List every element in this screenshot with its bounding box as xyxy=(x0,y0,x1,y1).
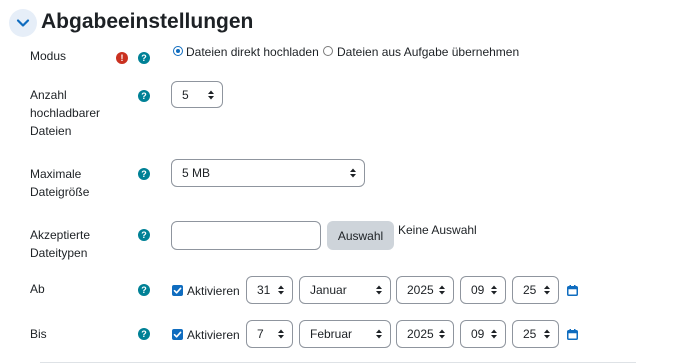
bis-day-select[interactable]: 7 xyxy=(246,320,293,348)
help-icon[interactable]: ? xyxy=(138,229,150,241)
help-icon[interactable]: ? xyxy=(138,90,150,102)
modus-label: Modus xyxy=(30,49,67,63)
max-size-value: 5 MB xyxy=(182,166,211,180)
ab-enable-checkbox[interactable] xyxy=(172,285,183,296)
help-icon[interactable]: ? xyxy=(138,168,150,180)
select-arrows-icon xyxy=(376,329,382,339)
ab-day-select[interactable]: 31 xyxy=(246,276,293,304)
select-arrows-icon xyxy=(376,285,382,295)
ab-hour-value: 09 xyxy=(471,283,485,297)
select-arrows-icon xyxy=(491,329,497,339)
max-files-select[interactable]: 5 xyxy=(171,81,223,108)
ab-month-value: Januar xyxy=(310,283,347,297)
select-arrows-icon xyxy=(350,168,356,178)
help-icon[interactable]: ? xyxy=(138,328,150,340)
max-size-label-line1: Maximale xyxy=(30,167,82,181)
bis-minute-value: 25 xyxy=(523,327,537,341)
anzahl-label-line3: Dateien xyxy=(30,124,72,138)
bis-month-value: Februar xyxy=(310,327,353,341)
calendar-icon[interactable] xyxy=(567,329,578,340)
select-arrows-icon xyxy=(278,329,284,339)
bis-day-value: 7 xyxy=(257,327,264,341)
filetypes-choose-button[interactable]: Auswahl xyxy=(327,221,394,250)
ab-day-value: 31 xyxy=(257,283,271,297)
filetypes-label-line1: Akzeptierte xyxy=(30,228,91,242)
checkmark-icon xyxy=(173,331,182,338)
filetypes-input[interactable] xyxy=(171,221,321,250)
ab-minute-select[interactable]: 25 xyxy=(512,276,559,304)
select-arrows-icon xyxy=(491,285,497,295)
bis-year-value: 2025 xyxy=(407,327,434,341)
checkmark-icon xyxy=(173,287,182,294)
section-collapse-toggle[interactable] xyxy=(9,9,37,37)
section-divider xyxy=(40,362,636,363)
filetypes-status: Keine Auswahl xyxy=(398,223,477,237)
bis-month-select[interactable]: Februar xyxy=(299,320,391,348)
ab-enable-label: Aktivieren xyxy=(187,284,240,298)
radio-from-assignment[interactable] xyxy=(323,46,333,56)
required-icon: ! xyxy=(116,52,128,64)
max-files-value: 5 xyxy=(182,87,189,102)
ab-year-value: 2025 xyxy=(407,283,434,297)
calendar-icon[interactable] xyxy=(567,285,578,296)
radio-upload-direct-label: Dateien direkt hochladen xyxy=(186,45,319,59)
select-arrows-icon xyxy=(439,285,445,295)
bis-hour-value: 09 xyxy=(471,327,485,341)
ab-month-select[interactable]: Januar xyxy=(299,276,391,304)
filetypes-label-line2: Dateitypen xyxy=(30,246,88,260)
help-icon[interactable]: ? xyxy=(138,52,150,64)
select-arrows-icon xyxy=(208,90,214,99)
help-icon[interactable]: ? xyxy=(138,284,150,296)
max-size-select[interactable]: 5 MB xyxy=(171,159,365,187)
bis-enable-label: Aktivieren xyxy=(187,328,240,342)
select-arrows-icon xyxy=(544,329,550,339)
bis-year-select[interactable]: 2025 xyxy=(396,320,454,348)
select-arrows-icon xyxy=(278,285,284,295)
radio-upload-direct[interactable] xyxy=(173,46,183,56)
ab-year-select[interactable]: 2025 xyxy=(396,276,454,304)
chevron-down-icon xyxy=(16,19,30,27)
section-title: Abgabeeinstellungen xyxy=(41,10,254,33)
radio-from-assignment-label: Dateien aus Aufgabe übernehmen xyxy=(337,45,520,59)
select-arrows-icon xyxy=(544,285,550,295)
ab-minute-value: 25 xyxy=(523,283,537,297)
ab-hour-select[interactable]: 09 xyxy=(460,276,506,304)
bis-label: Bis xyxy=(30,327,47,341)
anzahl-label-line2: hochladbarer xyxy=(30,106,101,120)
select-arrows-icon xyxy=(439,329,445,339)
bis-hour-select[interactable]: 09 xyxy=(460,320,506,348)
max-size-label-line2: Dateigröße xyxy=(30,185,90,199)
bis-minute-select[interactable]: 25 xyxy=(512,320,559,348)
bis-enable-checkbox[interactable] xyxy=(172,329,183,340)
anzahl-label-line1: Anzahl xyxy=(30,88,67,102)
ab-label: Ab xyxy=(30,282,45,296)
